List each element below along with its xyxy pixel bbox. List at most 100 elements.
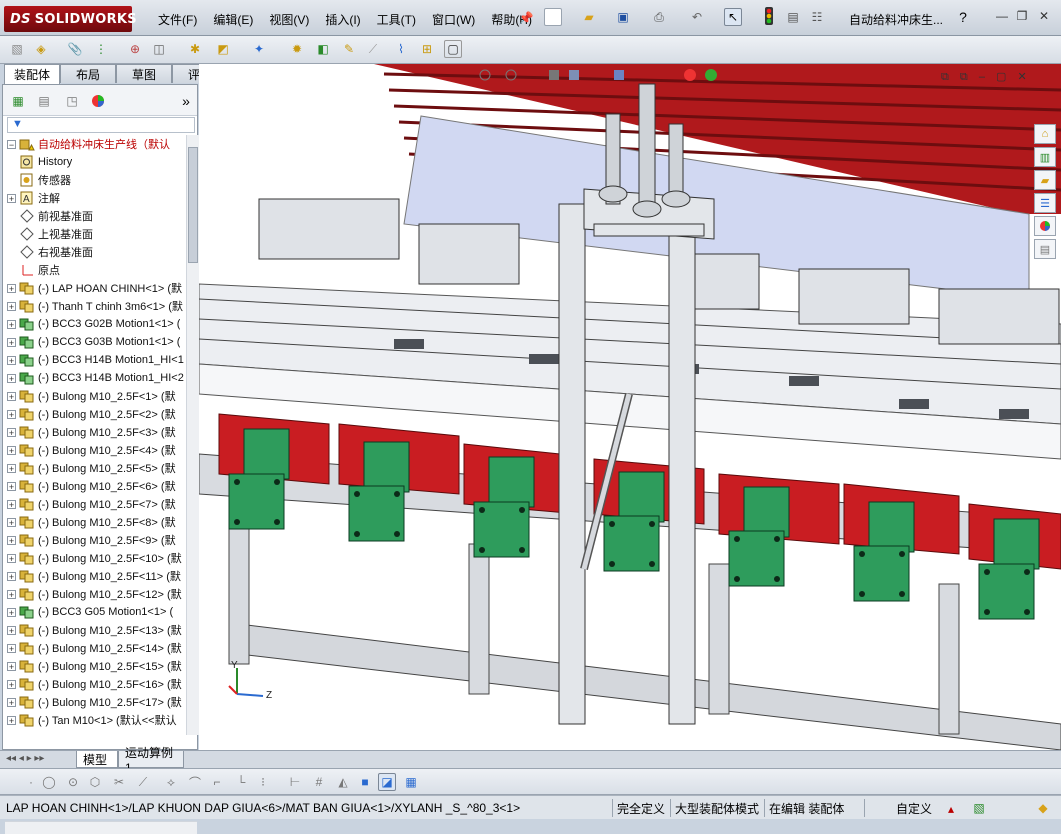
expand-toggle[interactable]: + <box>7 589 16 599</box>
explode-line-sketch-icon[interactable]: ✎ <box>340 40 358 58</box>
offset-icon[interactable]: ⟋ <box>134 773 152 791</box>
tree-item[interactable]: + (-) LAP HOAN CHINH<1> (默 <box>3 279 185 297</box>
insert-component-icon[interactable]: ◈ <box>32 40 50 58</box>
menu-insert[interactable]: 插入(I) <box>317 11 368 28</box>
expand-toggle[interactable]: + <box>7 571 16 581</box>
expand-toggle[interactable]: + <box>7 517 16 527</box>
tree-item[interactable]: 前视基准面 <box>3 207 185 225</box>
status-units-button[interactable]: 自定义 <box>896 800 932 816</box>
tree-item[interactable]: + (-) BCC3 G03B Motion1<1> ( <box>3 333 185 351</box>
view-palette-icon[interactable]: ☰ <box>1034 193 1056 213</box>
expand-toggle[interactable]: + <box>7 409 16 419</box>
print-icon[interactable]: ⎙ <box>650 8 668 26</box>
tree-item[interactable]: + (-) Bulong M10_2.5F<7> (默 <box>3 495 185 513</box>
expand-toggle[interactable]: + <box>7 283 16 293</box>
tree-item[interactable]: + (-) Tan M10<1> (默认<<默认 <box>3 711 185 729</box>
expand-toggle[interactable]: + <box>7 319 16 329</box>
tree-item[interactable]: + (-) BCC3 H14B Motion1_HI<1 <box>3 351 185 369</box>
expand-toggle[interactable]: + <box>7 427 16 437</box>
display-manager-tab-icon[interactable] <box>89 92 107 110</box>
tab-model[interactable]: 模型 <box>76 751 118 768</box>
tree-item[interactable]: + (-) Bulong M10_2.5F<5> (默 <box>3 459 185 477</box>
tree-item[interactable]: + (-) Bulong M10_2.5F<15> (默 <box>3 657 185 675</box>
tree-item[interactable]: + (-) BCC3 G02B Motion1<1> ( <box>3 315 185 333</box>
restore-icon[interactable]: ❐ <box>1014 9 1030 23</box>
tree-item[interactable]: 原点 <box>3 261 185 279</box>
tree-item[interactable]: + (-) Bulong M10_2.5F<4> (默 <box>3 441 185 459</box>
close-icon[interactable]: ✕ <box>1036 9 1052 23</box>
tab-sketch[interactable]: 草图 <box>116 64 172 83</box>
feature-tree-tab-icon[interactable]: ▦ <box>9 92 27 110</box>
undo-icon[interactable]: ↶ <box>688 8 706 26</box>
tree-vertical-scrollbar[interactable] <box>186 135 199 735</box>
tree-item[interactable]: + (-) Bulong M10_2.5F<9> (默 <box>3 531 185 549</box>
expand-toggle[interactable]: + <box>7 463 16 473</box>
minimize-icon[interactable]: — <box>994 9 1010 23</box>
pin-menu-icon[interactable]: 📌 <box>517 9 535 27</box>
assembly-icon[interactable]: ▧ <box>8 40 26 58</box>
expand-toggle[interactable]: + <box>7 607 16 617</box>
save-icon[interactable]: ▣ <box>614 8 632 26</box>
tree-item[interactable]: + (-) Bulong M10_2.5F<17> (默 <box>3 693 185 711</box>
options-icon[interactable]: ☷ <box>808 8 826 26</box>
table-icon[interactable]: ▦ <box>402 773 420 791</box>
file-properties-icon[interactable]: ▤ <box>784 8 802 26</box>
viewport-maximize-icon[interactable]: ▢ <box>996 71 1006 83</box>
assembly-model-render[interactable] <box>199 64 1061 750</box>
expand-toggle[interactable]: + <box>7 661 16 671</box>
expand-toggle[interactable]: + <box>7 553 16 563</box>
expand-toggle[interactable]: + <box>7 679 16 689</box>
tree-item[interactable]: + (-) Bulong M10_2.5F<13> (默 <box>3 621 185 639</box>
polygon-icon[interactable]: ⬡ <box>86 773 104 791</box>
solidworks-resources-icon[interactable]: ⌂ <box>1034 124 1056 144</box>
expand-toggle[interactable]: + <box>7 697 16 707</box>
menu-window[interactable]: 窗口(W) <box>424 11 483 28</box>
viewport-close-icon[interactable]: ✕ <box>1018 71 1027 83</box>
tree-filter[interactable]: ▼ <box>7 117 195 133</box>
tree-item[interactable]: 传感器 <box>3 171 185 189</box>
notification-icon[interactable]: ◆ <box>1034 799 1052 817</box>
expand-toggle[interactable]: + <box>7 625 16 635</box>
design-library-icon[interactable]: ▥ <box>1034 147 1056 167</box>
expand-toggle[interactable]: + <box>7 373 16 383</box>
expand-toggle[interactable]: + <box>7 193 16 203</box>
mate-icon[interactable]: 📎 <box>66 40 84 58</box>
tree-item[interactable]: + (-) Bulong M10_2.5F<3> (默 <box>3 423 185 441</box>
file-explorer-icon[interactable]: ▰ <box>1034 170 1056 190</box>
tree-item[interactable]: History <box>3 153 185 171</box>
appearances-icon[interactable] <box>1034 216 1056 236</box>
tree-item[interactable]: + (-) Bulong M10_2.5F<14> (默 <box>3 639 185 657</box>
component-pattern-icon[interactable]: ⋮ <box>92 40 110 58</box>
trim-icon[interactable]: ✂ <box>110 773 128 791</box>
new-document-icon[interactable] <box>544 8 562 26</box>
fillet-icon[interactable]: ⌒ <box>186 773 204 791</box>
snap-icon[interactable]: ◭ <box>334 773 352 791</box>
hole-alignment-icon[interactable]: ⊞ <box>418 40 436 58</box>
view-orientation-icon[interactable]: ◪ <box>378 773 396 791</box>
point-icon[interactable]: · <box>22 773 40 791</box>
tree-item[interactable]: + (-) Bulong M10_2.5F<10> (默 <box>3 549 185 567</box>
tree-item[interactable]: + A 注解 <box>3 189 185 207</box>
expand-toggle[interactable]: + <box>7 445 16 455</box>
collapse-toggle[interactable]: − <box>7 139 16 149</box>
viewport-minimize-icon[interactable]: – <box>979 71 985 83</box>
tree-item[interactable]: + (-) BCC3 G05 Motion1<1> ( <box>3 603 185 621</box>
tab-layout[interactable]: 布局 <box>60 64 116 83</box>
interference-detection-icon[interactable]: ⟋ <box>364 40 382 58</box>
expand-toggle[interactable]: + <box>7 535 16 545</box>
mirror-icon[interactable]: ⟡ <box>162 773 180 791</box>
graphics-viewport[interactable]: Y Z ⧉ ⧉ – ▢ ✕ <box>199 64 1061 750</box>
relations-icon[interactable]: ⁝ <box>254 773 272 791</box>
viewport-tile-icon[interactable]: ⧉ <box>941 71 949 83</box>
exploded-view-icon[interactable]: ◧ <box>314 40 332 58</box>
show-hidden-icon[interactable]: ◫ <box>150 40 168 58</box>
expand-toggle[interactable]: + <box>7 337 16 347</box>
tree-item[interactable]: + (-) Bulong M10_2.5F<2> (默 <box>3 405 185 423</box>
bill-of-materials-icon[interactable]: ✹ <box>288 40 306 58</box>
tree-root[interactable]: − 自动给料冲床生产线（默认 <box>3 135 185 153</box>
menu-view[interactable]: 视图(V) <box>261 11 317 28</box>
grid-icon[interactable]: # <box>310 773 328 791</box>
expand-panel-icon[interactable]: » <box>177 92 195 110</box>
help-icon[interactable]: ? <box>954 8 972 26</box>
expand-toggle[interactable]: + <box>7 643 16 653</box>
